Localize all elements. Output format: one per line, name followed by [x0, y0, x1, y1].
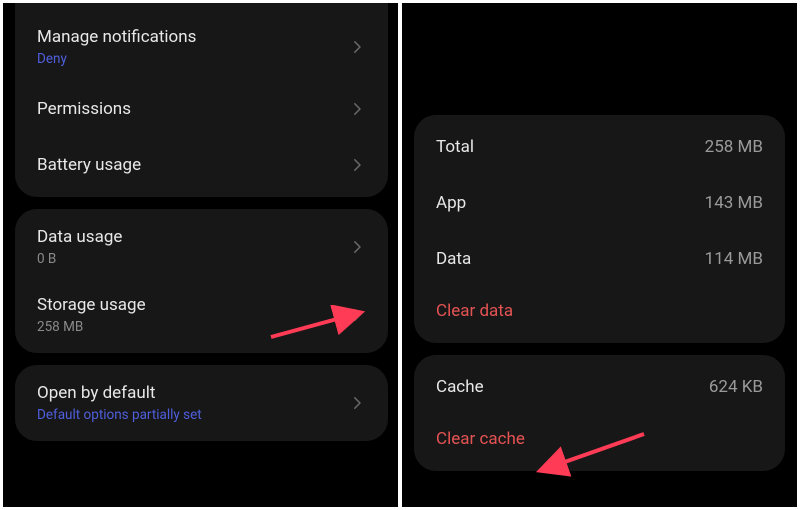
row-data-usage[interactable]: Data usage 0 B [15, 213, 388, 281]
row-manage-notifications[interactable]: Manage notifications Deny [15, 13, 388, 81]
row-permissions[interactable]: Permissions [15, 81, 388, 137]
row-total: Total 258 MB [414, 119, 785, 175]
label-manage-notifications: Manage notifications [37, 27, 196, 47]
value-total: 258 MB [705, 137, 763, 157]
settings-group-3: Open by default Default options partiall… [15, 365, 388, 441]
sub-open-by-default: Default options partially set [37, 407, 202, 423]
chevron-right-icon [348, 156, 366, 174]
row-text: Open by default Default options partiall… [37, 383, 202, 423]
clear-data-button[interactable]: Clear data [414, 287, 785, 339]
label-data-usage: Data usage [37, 227, 122, 247]
row-text: Battery usage [37, 155, 141, 175]
settings-group-2: Data usage 0 B Storage usage 258 MB [15, 209, 388, 353]
storage-card: Total 258 MB App 143 MB Data 114 MB Clea… [414, 115, 785, 343]
row-data: Data 114 MB [414, 231, 785, 287]
row-text: Data usage 0 B [37, 227, 122, 267]
row-open-by-default[interactable]: Open by default Default options partiall… [15, 369, 388, 437]
sub-storage-usage: 258 MB [37, 319, 146, 335]
row-text: Permissions [37, 99, 131, 119]
label-cache: Cache [436, 377, 484, 397]
label-permissions: Permissions [37, 99, 131, 119]
row-text: Manage notifications Deny [37, 27, 196, 67]
value-app: 143 MB [705, 193, 763, 213]
value-cache: 624 KB [709, 377, 763, 397]
chevron-right-icon [348, 394, 366, 412]
label-storage-usage: Storage usage [37, 295, 146, 315]
label-app: App [436, 193, 466, 213]
chevron-right-icon [348, 100, 366, 118]
label-open-by-default: Open by default [37, 383, 202, 403]
spacer [402, 3, 797, 103]
label-battery-usage: Battery usage [37, 155, 141, 175]
sub-data-usage: 0 B [37, 251, 122, 267]
settings-group-1: Manage notifications Deny Permissions Ba… [15, 3, 388, 197]
left-panel: Manage notifications Deny Permissions Ba… [3, 3, 398, 507]
row-storage-usage[interactable]: Storage usage 258 MB [15, 281, 388, 349]
row-cache: Cache 624 KB [414, 359, 785, 415]
row-text: Storage usage 258 MB [37, 295, 146, 335]
row-battery-usage[interactable]: Battery usage [15, 137, 388, 193]
chevron-right-icon [348, 38, 366, 56]
row-app: App 143 MB [414, 175, 785, 231]
sub-manage-notifications: Deny [37, 51, 196, 67]
clear-cache-button[interactable]: Clear cache [414, 415, 785, 467]
chevron-right-icon [348, 306, 366, 324]
right-panel: Total 258 MB App 143 MB Data 114 MB Clea… [402, 3, 797, 507]
label-data: Data [436, 249, 471, 269]
label-total: Total [436, 137, 474, 157]
cache-card: Cache 624 KB Clear cache [414, 355, 785, 471]
value-data: 114 MB [705, 249, 763, 269]
chevron-right-icon [348, 238, 366, 256]
